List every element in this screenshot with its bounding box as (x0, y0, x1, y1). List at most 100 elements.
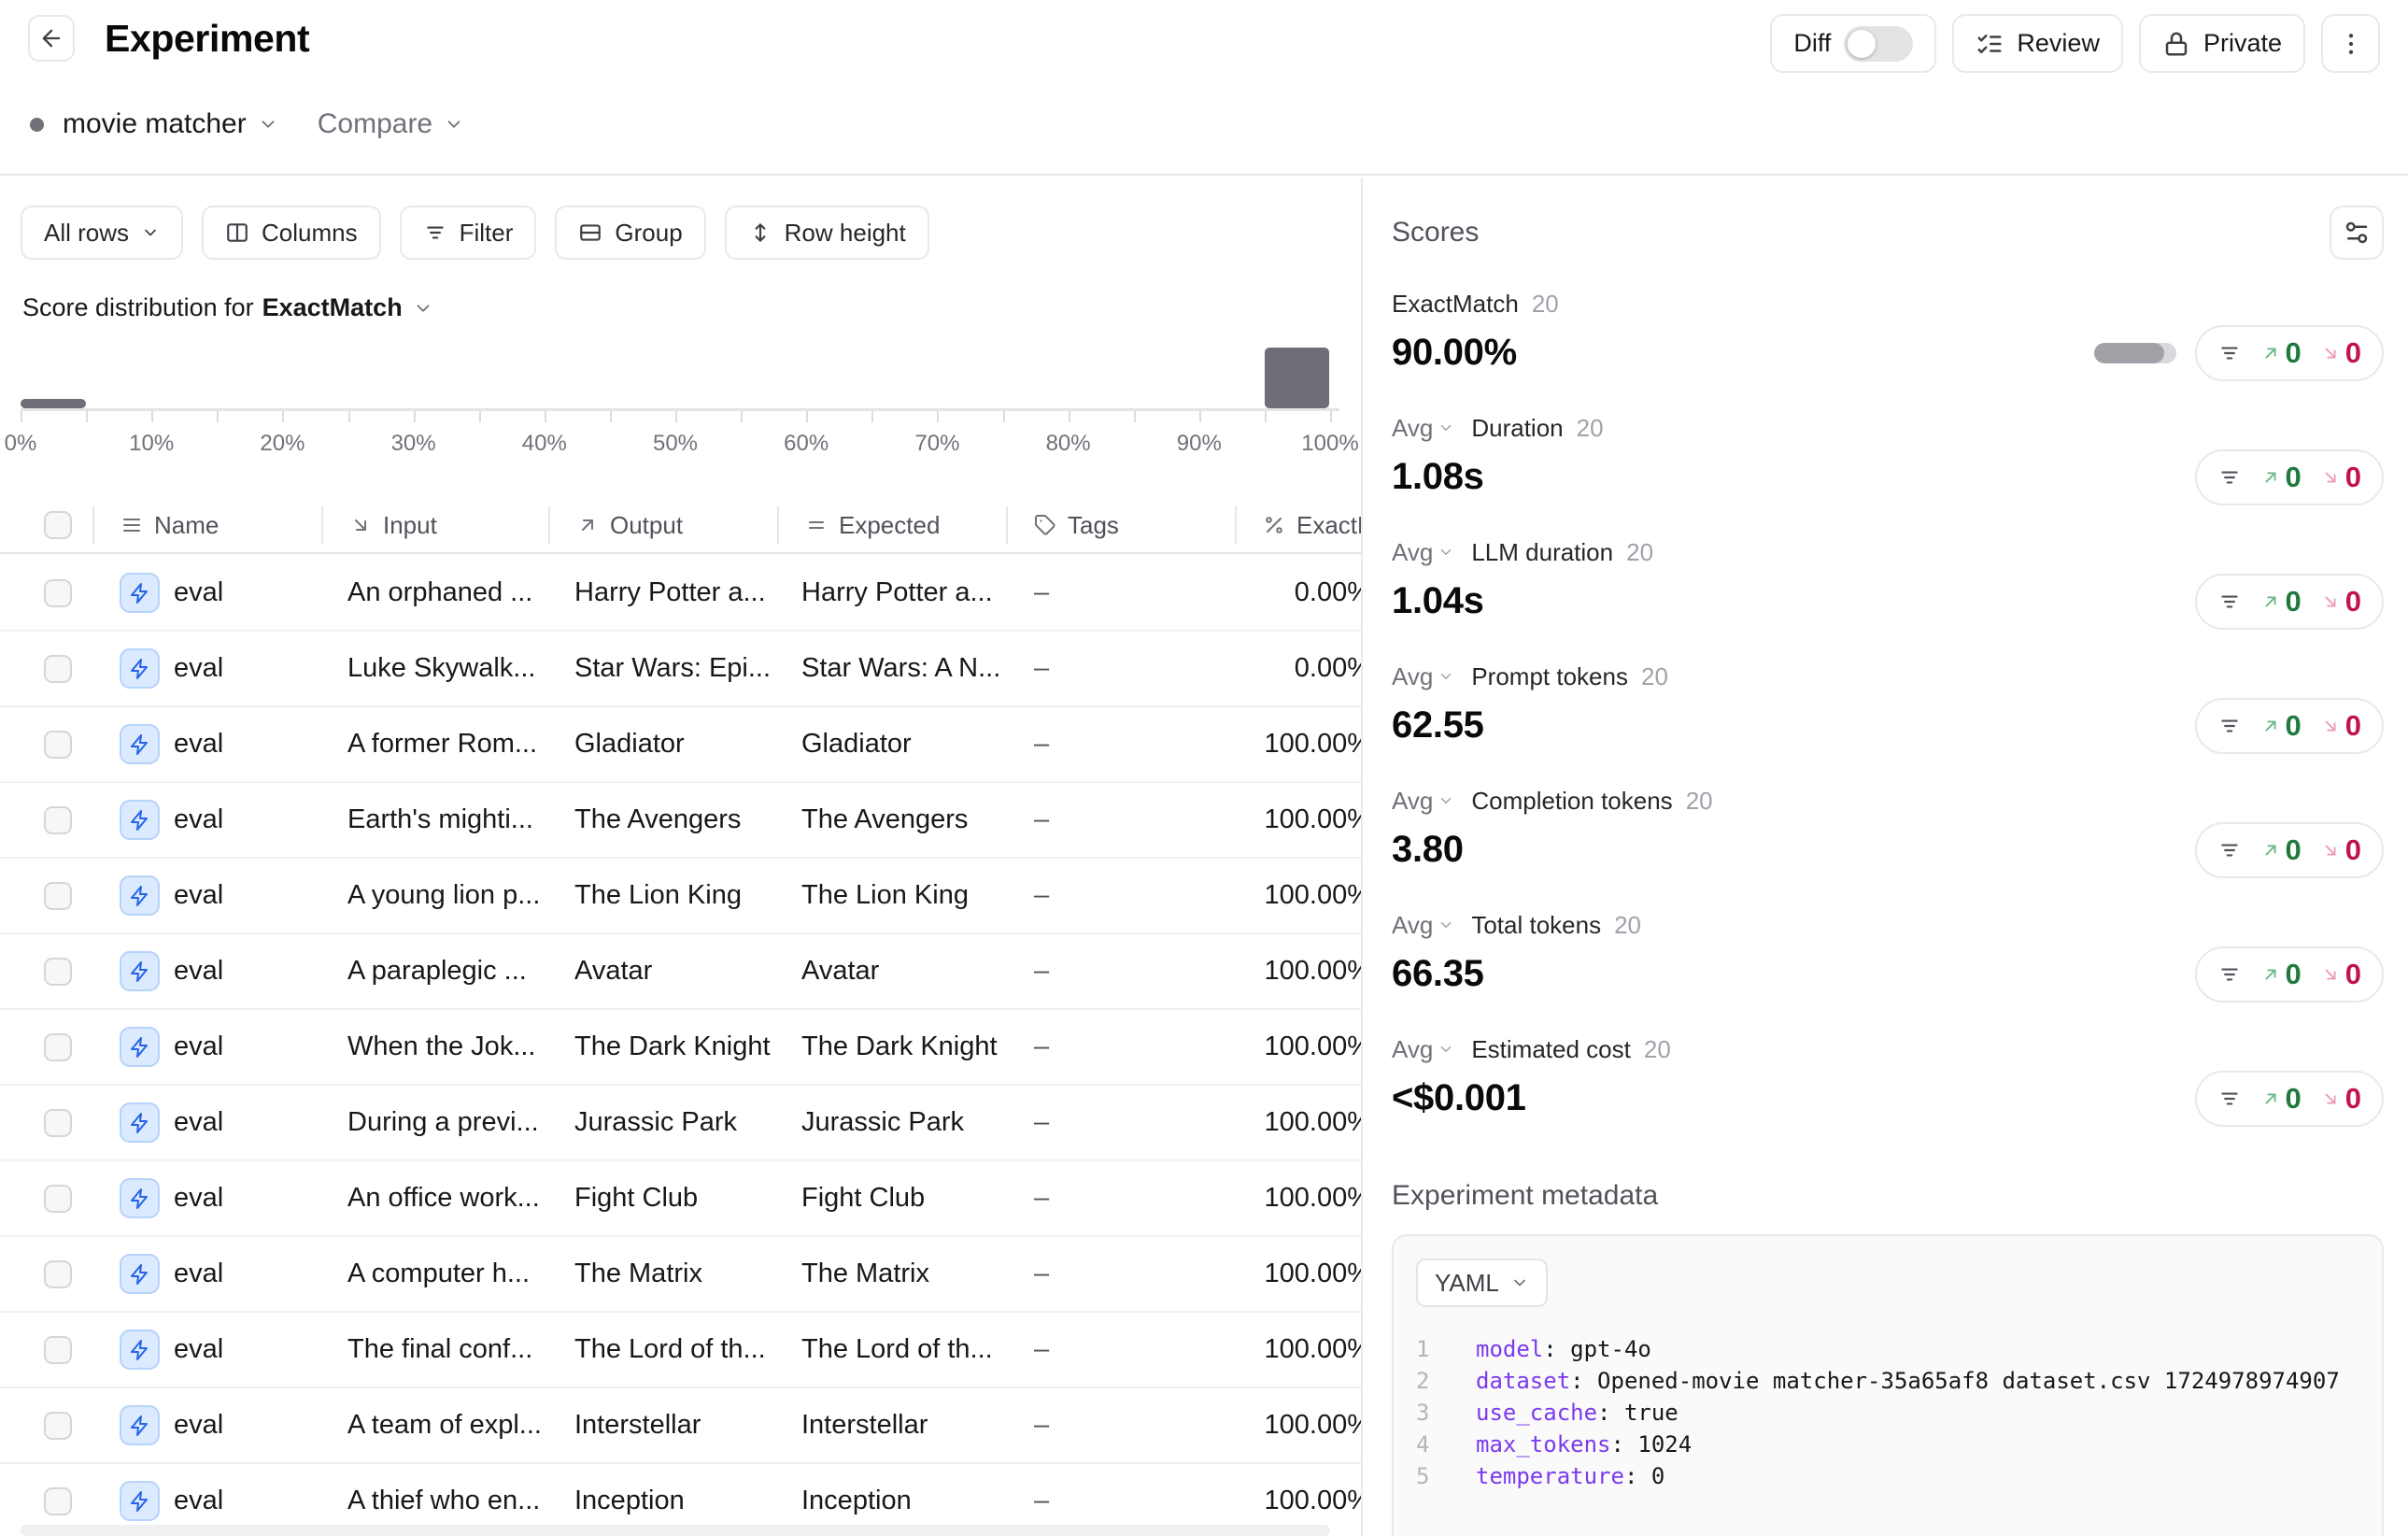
table-row[interactable]: evalThe final conf...The Lord of th...Th… (0, 1313, 1361, 1388)
cell-name[interactable]: eval (120, 1086, 223, 1159)
cell-input[interactable]: A team of expl... (347, 1388, 562, 1462)
cell-tags[interactable]: – (1034, 1237, 1049, 1311)
row-height-button[interactable]: Row height (725, 206, 929, 260)
chevron-down-icon[interactable] (258, 114, 278, 135)
cell-input[interactable]: A paraplegic ... (347, 934, 562, 1008)
scores-settings-button[interactable] (2330, 206, 2384, 260)
cell-name[interactable]: eval (120, 1161, 223, 1235)
column-divider[interactable] (321, 506, 323, 544)
cell-input[interactable]: When the Jok... (347, 1010, 562, 1084)
regressions-badge[interactable]: 0 (2320, 1082, 2361, 1116)
cell-output[interactable]: The Lord of th... (574, 1313, 789, 1387)
cell-input[interactable]: An office work... (347, 1161, 562, 1235)
cell-expected[interactable]: The Lion King (801, 859, 1016, 932)
group-button[interactable]: Group (555, 206, 705, 260)
column-header-input[interactable]: Input (349, 498, 437, 552)
score-comparison-pill[interactable]: 00 (2195, 822, 2385, 878)
column-divider[interactable] (92, 506, 94, 544)
improvements-badge[interactable]: 0 (2260, 1082, 2302, 1116)
cell-tags[interactable]: – (1034, 1388, 1049, 1462)
rows-filter-dropdown[interactable]: All rows (21, 206, 183, 260)
cell-input[interactable]: A computer h... (347, 1237, 562, 1311)
aggregation-dropdown[interactable]: Avg (1392, 662, 1454, 691)
cell-name[interactable]: eval (120, 1388, 223, 1462)
cell-output[interactable]: Avatar (574, 934, 789, 1008)
improvements-badge[interactable]: 0 (2260, 336, 2302, 370)
cell-exactmatch[interactable]: 0.00% (1235, 632, 1361, 705)
review-button[interactable]: Review (1952, 14, 2123, 73)
cell-tags[interactable]: – (1034, 934, 1049, 1008)
score-comparison-pill[interactable]: 00 (2195, 574, 2385, 630)
table-row[interactable]: evalDuring a previ...Jurassic ParkJurass… (0, 1086, 1361, 1161)
row-checkbox[interactable] (44, 1109, 72, 1137)
score-comparison-pill[interactable]: 00 (2195, 1071, 2385, 1127)
row-checkbox[interactable] (44, 1336, 72, 1364)
row-checkbox[interactable] (44, 731, 72, 759)
cell-input[interactable]: Earth's mighti... (347, 783, 562, 857)
regressions-badge[interactable]: 0 (2320, 336, 2361, 370)
cell-exactmatch[interactable]: 100.00% (1235, 1388, 1361, 1462)
column-header-expected[interactable]: Expected (805, 498, 940, 552)
improvements-badge[interactable]: 0 (2260, 833, 2302, 867)
cell-output[interactable]: Star Wars: Epi... (574, 632, 789, 705)
cell-expected[interactable]: The Avengers (801, 783, 1016, 857)
more-options-button[interactable] (2321, 14, 2380, 73)
row-checkbox[interactable] (44, 1033, 72, 1061)
improvements-badge[interactable]: 0 (2260, 585, 2302, 619)
aggregation-dropdown[interactable]: Avg (1392, 538, 1454, 567)
improvements-badge[interactable]: 0 (2260, 461, 2302, 494)
row-checkbox[interactable] (44, 806, 72, 834)
histogram-bar[interactable] (21, 399, 86, 408)
cell-expected[interactable]: Harry Potter a... (801, 556, 1016, 630)
cell-exactmatch[interactable]: 100.00% (1235, 707, 1361, 781)
cell-expected[interactable]: Jurassic Park (801, 1086, 1016, 1159)
regressions-badge[interactable]: 0 (2320, 709, 2361, 743)
chevron-down-icon[interactable] (444, 114, 464, 135)
cell-tags[interactable]: – (1034, 1010, 1049, 1084)
histogram-bar[interactable] (1265, 348, 1330, 408)
cell-input[interactable]: The final conf... (347, 1313, 562, 1387)
cell-input[interactable]: Luke Skywalk... (347, 632, 562, 705)
cell-input[interactable]: A young lion p... (347, 859, 562, 932)
column-divider[interactable] (1235, 506, 1237, 544)
table-row[interactable]: evalAn orphaned ...Harry Potter a...Harr… (0, 556, 1361, 632)
cell-input[interactable]: During a previ... (347, 1086, 562, 1159)
row-checkbox[interactable] (44, 655, 72, 683)
filter-icon[interactable] (2217, 465, 2242, 490)
cell-tags[interactable]: – (1034, 1313, 1049, 1387)
cell-tags[interactable]: – (1034, 632, 1049, 705)
score-comparison-pill[interactable]: 00 (2195, 449, 2385, 505)
cell-expected[interactable]: The Matrix (801, 1237, 1016, 1311)
cell-output[interactable]: The Matrix (574, 1237, 789, 1311)
table-row[interactable]: eval Luke Skywalk...Star Wars: Epi...Star… (0, 632, 1361, 707)
cell-name[interactable]: eval (120, 632, 223, 705)
aggregation-dropdown[interactable]: Avg (1392, 787, 1454, 816)
filter-button[interactable]: Filter (400, 206, 537, 260)
compare-dropdown[interactable]: Compare (318, 108, 432, 140)
cell-expected[interactable]: Star Wars: A N... (801, 632, 1016, 705)
cell-exactmatch[interactable]: 100.00% (1235, 1161, 1361, 1235)
cell-name[interactable]: eval (120, 1313, 223, 1387)
cell-exactmatch[interactable]: 100.00% (1235, 934, 1361, 1008)
column-header-exactmatch[interactable]: ExactM... (1263, 498, 1361, 552)
cell-tags[interactable]: – (1034, 859, 1049, 932)
cell-output[interactable]: Harry Potter a... (574, 556, 789, 630)
cell-expected[interactable]: Avatar (801, 934, 1016, 1008)
table-row[interactable]: evalA team of expl...InterstellarInterst… (0, 1388, 1361, 1464)
back-button[interactable] (28, 15, 75, 62)
private-button[interactable]: Private (2139, 14, 2305, 73)
cell-name[interactable]: eval (120, 1010, 223, 1084)
cell-expected[interactable]: Gladiator (801, 707, 1016, 781)
regressions-badge[interactable]: 0 (2320, 461, 2361, 494)
row-checkbox[interactable] (44, 958, 72, 986)
score-comparison-pill[interactable]: 00 (2195, 325, 2385, 381)
regressions-badge[interactable]: 0 (2320, 833, 2361, 867)
select-all-checkbox[interactable] (44, 511, 72, 539)
filter-icon[interactable] (2217, 838, 2242, 862)
aggregation-dropdown[interactable]: Avg (1392, 911, 1454, 940)
horizontal-scrollbar[interactable] (21, 1525, 1330, 1536)
cell-tags[interactable]: – (1034, 1086, 1049, 1159)
cell-name[interactable]: eval (120, 1237, 223, 1311)
cell-output[interactable]: The Dark Knight (574, 1010, 789, 1084)
cell-exactmatch[interactable]: 0.00% (1235, 556, 1361, 630)
